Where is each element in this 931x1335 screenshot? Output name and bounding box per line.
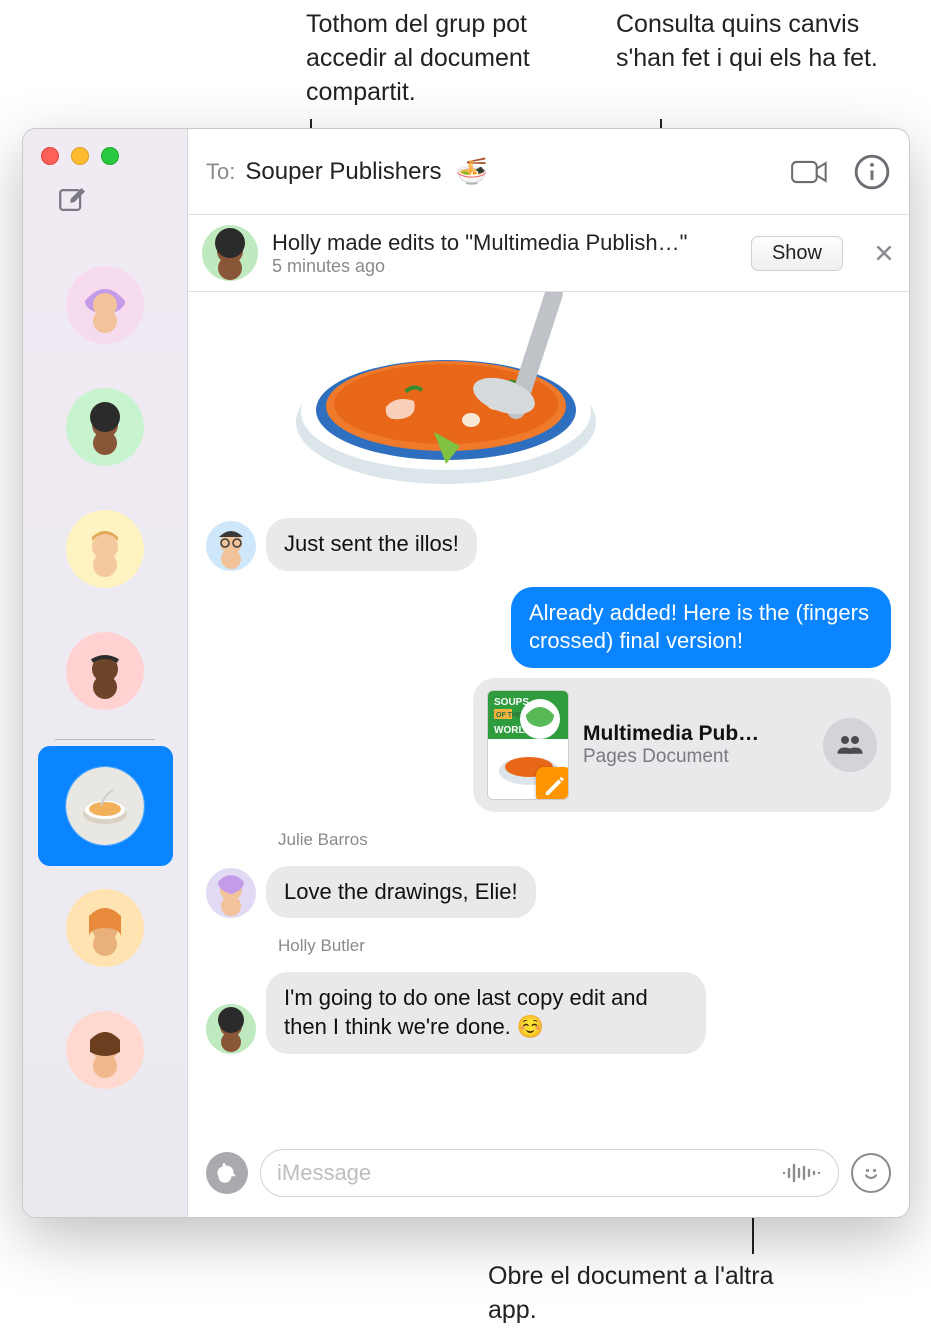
attachment-image-soup[interactable]: [276, 292, 636, 502]
conversation-header: To: Souper Publishers 🍜: [188, 129, 909, 215]
svg-text:SOUPS: SOUPS: [494, 697, 529, 708]
input-placeholder: iMessage: [277, 1160, 371, 1186]
message-avatar: [206, 868, 256, 918]
message-row-incoming: I'm going to do one last copy edit and t…: [206, 972, 891, 1053]
message-avatar: [206, 1004, 256, 1054]
input-bar: iMessage: [188, 1135, 909, 1217]
show-button[interactable]: Show: [751, 236, 843, 271]
conversation-item[interactable]: [38, 245, 173, 365]
banner-timestamp: 5 minutes ago: [272, 256, 737, 277]
document-title: Multimedia Pub…: [583, 722, 809, 746]
memoji-avatar: [202, 225, 258, 281]
memoji-avatar: [75, 1020, 135, 1080]
message-bubble[interactable]: Love the drawings, Elie!: [266, 866, 536, 919]
callout-group-access: Tothom del grup pot accedir al document …: [306, 8, 586, 109]
messages-window: To: Souper Publishers 🍜: [22, 128, 910, 1218]
memoji-avatar: [75, 275, 135, 335]
close-icon[interactable]: [873, 242, 895, 264]
info-icon[interactable]: [853, 153, 891, 191]
memoji-avatar: [206, 521, 256, 571]
apps-button[interactable]: [206, 1152, 248, 1194]
document-thumbnail: SOUPS OF THE WORLD: [487, 690, 569, 800]
message-row-incoming: Love the drawings, Elie!: [206, 866, 891, 919]
to-value[interactable]: Souper Publishers: [245, 158, 441, 186]
to-label: To:: [206, 159, 235, 185]
memoji-avatar: [206, 868, 256, 918]
message-sender-name: Holly Butler: [278, 936, 891, 956]
banner-avatar: [202, 225, 258, 281]
sidebar: [23, 129, 188, 1217]
soup-group-avatar: [75, 776, 135, 836]
group-emoji: 🍜: [455, 156, 487, 187]
memoji-avatar: [75, 641, 135, 701]
message-input[interactable]: iMessage: [260, 1149, 839, 1197]
message-bubble[interactable]: Just sent the illos!: [266, 518, 477, 571]
document-meta: Multimedia Pub… Pages Document: [583, 722, 809, 768]
minimize-window-button[interactable]: [71, 147, 89, 165]
message-row-outgoing: Already added! Here is the (fingers cros…: [206, 587, 891, 668]
document-subtitle: Pages Document: [583, 746, 809, 768]
pages-app-badge-icon: [536, 767, 569, 800]
conversation-view: Just sent the illos! Already added! Here…: [188, 292, 909, 1135]
sidebar-divider: [55, 739, 155, 740]
conversation-item-selected[interactable]: [38, 746, 173, 866]
audio-message-icon[interactable]: [780, 1156, 822, 1190]
conversation-item[interactable]: [38, 990, 173, 1110]
message-sender-name: Julie Barros: [278, 830, 891, 850]
svg-text:OF THE: OF THE: [496, 712, 522, 719]
conversation-item[interactable]: [38, 611, 173, 731]
close-window-button[interactable]: [41, 147, 59, 165]
banner-title: Holly made edits to "Multimedia Publish……: [272, 230, 737, 256]
memoji-avatar: [75, 519, 135, 579]
message-bubble[interactable]: I'm going to do one last copy edit and t…: [266, 972, 706, 1053]
message-bubble-outgoing[interactable]: Already added! Here is the (fingers cros…: [511, 587, 891, 668]
message-row-incoming: Just sent the illos!: [206, 518, 891, 571]
compose-icon[interactable]: [56, 183, 90, 217]
conversation-item[interactable]: [38, 868, 173, 988]
memoji-avatar: [206, 1004, 256, 1054]
message-avatar: [206, 521, 256, 571]
memoji-avatar: [75, 397, 135, 457]
callout-open-doc: Obre el document a l'altra app.: [488, 1260, 808, 1328]
collaboration-banner: Holly made edits to "Multimedia Publish……: [188, 215, 909, 292]
callout-changes: Consulta quins canvis s'han fet i qui el…: [616, 8, 896, 76]
window-controls: [41, 147, 119, 165]
zoom-window-button[interactable]: [101, 147, 119, 165]
memoji-avatar: [75, 898, 135, 958]
facetime-icon[interactable]: [791, 153, 829, 191]
main-panel: To: Souper Publishers 🍜: [188, 129, 909, 1217]
emoji-picker-button[interactable]: [851, 1153, 891, 1193]
collaborators-icon[interactable]: [823, 718, 877, 772]
conversation-item[interactable]: [38, 367, 173, 487]
shared-document-card[interactable]: SOUPS OF THE WORLD Multimedia Pub…: [473, 678, 891, 812]
conversation-item[interactable]: [38, 489, 173, 609]
